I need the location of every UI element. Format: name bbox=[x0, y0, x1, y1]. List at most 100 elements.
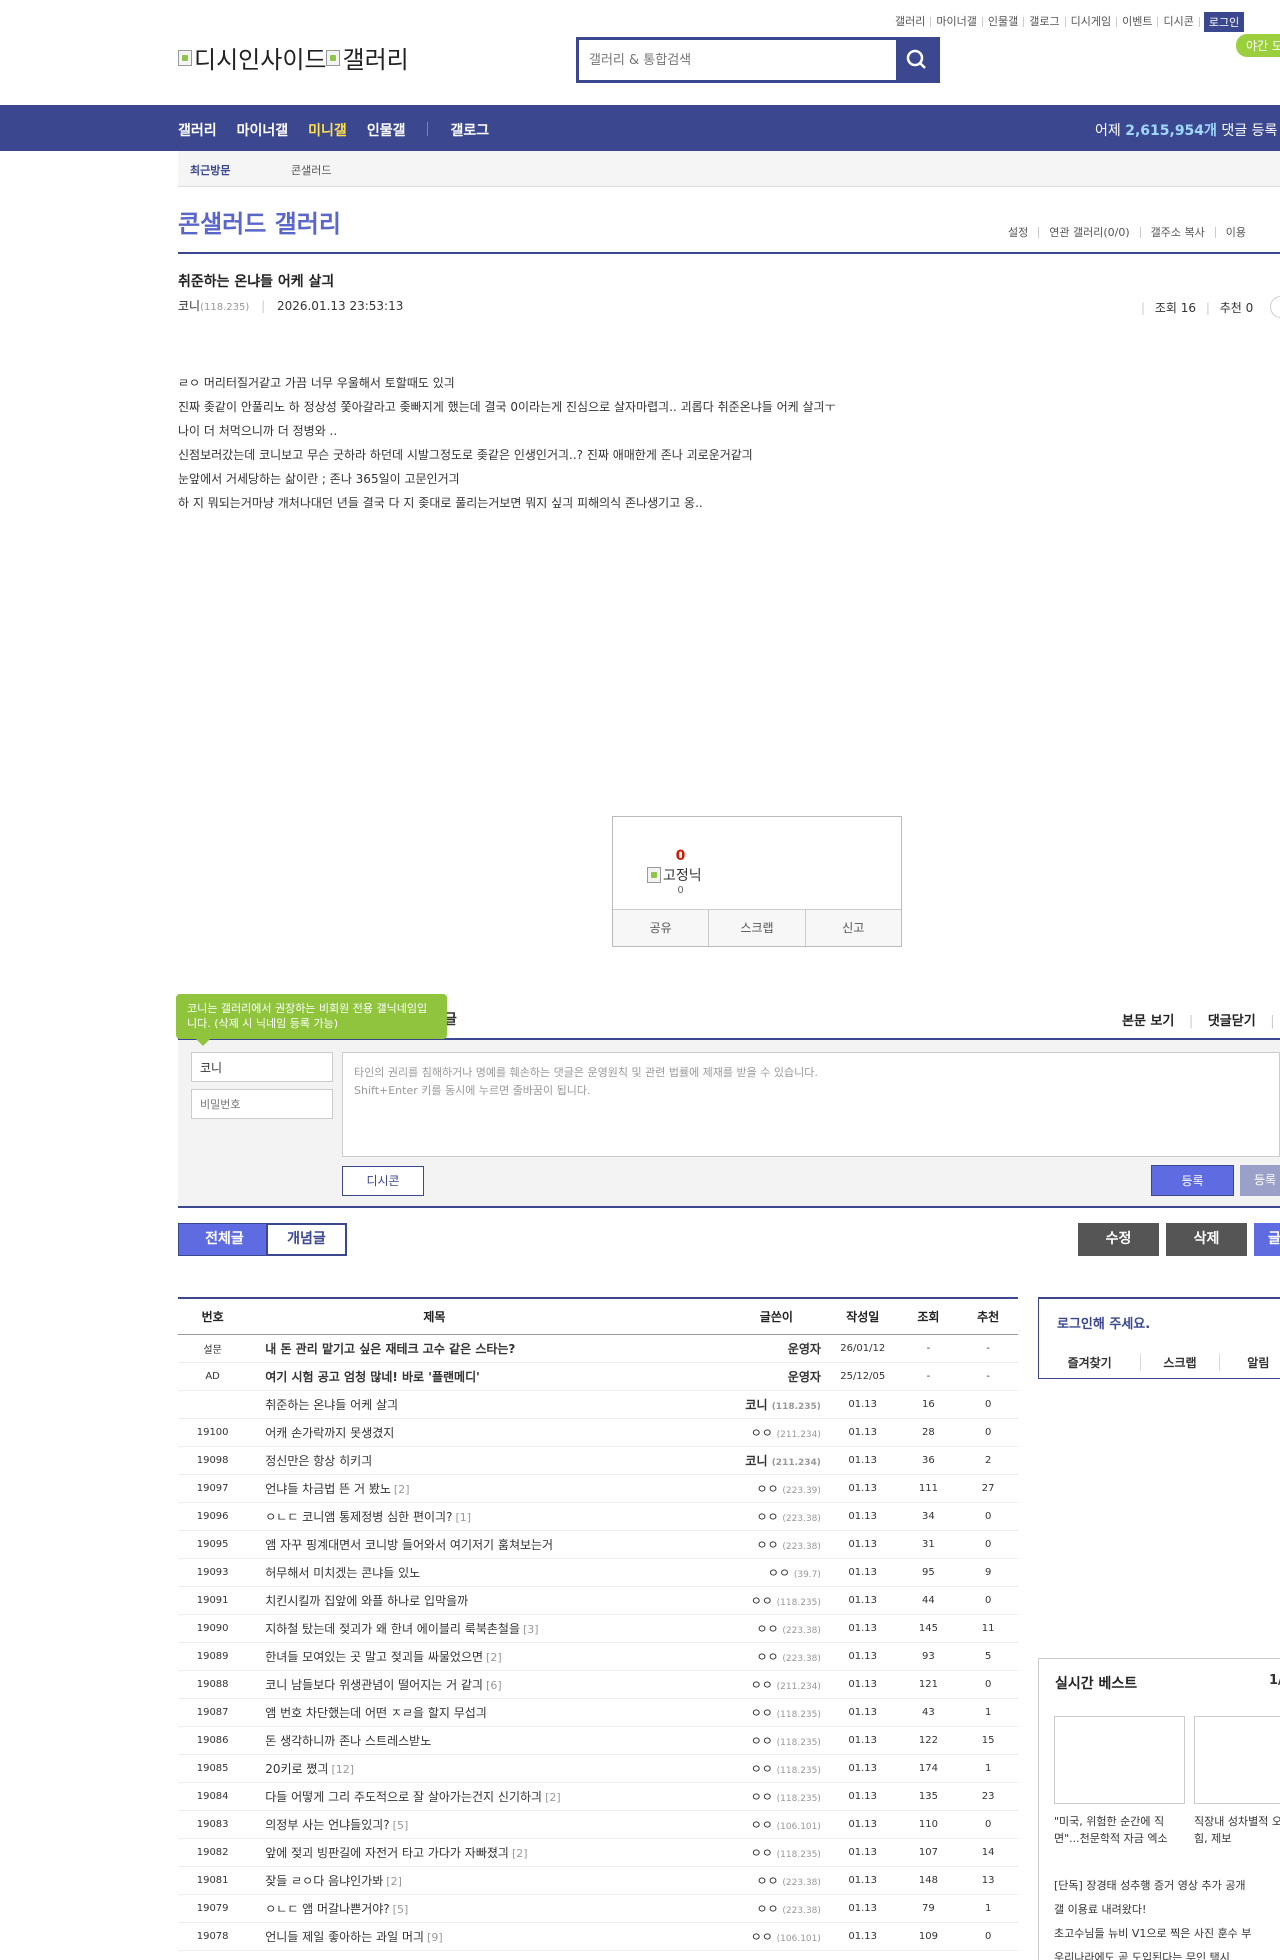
best-list-item[interactable]: 갤 이용료 내려왔다! bbox=[1054, 1901, 1146, 1917]
recent-visit-item[interactable]: 콘샐러드 bbox=[291, 162, 331, 178]
row-reply-count[interactable]: [2] bbox=[394, 1483, 410, 1496]
search-button[interactable] bbox=[896, 40, 937, 80]
best-thumbnail[interactable] bbox=[1054, 1716, 1185, 1804]
best-list-item[interactable]: 우리나라에도 곧 도입된다는 무인 택시 bbox=[1054, 1949, 1230, 1960]
row-writer[interactable]: ㅇㅇ bbox=[751, 1678, 773, 1692]
row-writer[interactable]: ㅇㅇ bbox=[756, 1902, 778, 1916]
password-input[interactable] bbox=[191, 1089, 333, 1119]
row-writer[interactable]: ㅇㅇ bbox=[751, 1734, 773, 1748]
row-subject[interactable]: 잦들 ㄹㅇ다 음냐인가봐 bbox=[265, 1874, 383, 1888]
table-row[interactable]: 19088 코니 남들보다 위생관념이 떨어지는 거 같긔 [6] ㅇㅇ (211.2… bbox=[178, 1670, 1018, 1699]
report-button[interactable]: 신고 bbox=[804, 910, 901, 946]
row-subject[interactable]: 허무해서 미치겠는 콘냐들 있노 bbox=[265, 1566, 420, 1580]
copy-address-link[interactable]: 갤주소 복사 bbox=[1139, 227, 1215, 238]
row-writer[interactable]: ㅇㅇ bbox=[751, 1930, 773, 1944]
table-row[interactable]: 19079 ㅇㄴㄷ 앰 머갈나쁜거야? [5] ㅇㅇ (223.38) 01.13 79 1 bbox=[178, 1894, 1018, 1923]
best-caption[interactable]: "미국, 위험한 순간에 직면"...천문학적 자금 엑소 bbox=[1054, 1813, 1185, 1849]
row-reply-count[interactable]: [2] bbox=[512, 1847, 528, 1860]
row-writer[interactable]: ㅇㅇ bbox=[756, 1538, 778, 1552]
row-subject[interactable]: 다들 어떻게 그리 주도적으로 잘 살아가는건지 신기하긔 bbox=[265, 1790, 542, 1804]
table-row[interactable]: 19098 정신만은 항상 히키긔 코니 (211.234) 01.13 36 2 bbox=[178, 1446, 1018, 1475]
row-subject[interactable]: 앞에 젖괴 빙판길에 자전거 타고 가다가 자빠졌긔 bbox=[265, 1846, 509, 1860]
view-post-link[interactable]: 본문 보기 bbox=[1122, 1014, 1174, 1029]
table-row[interactable]: 19089 한녀들 모여있는 곳 말고 젖괴들 싸물었으면 [2] ㅇㅇ (223.3… bbox=[178, 1642, 1018, 1671]
row-writer[interactable]: ㅇㅇ bbox=[756, 1650, 778, 1664]
row-subject[interactable]: 정신만은 항상 히키긔 bbox=[265, 1454, 372, 1468]
row-reply-count[interactable]: [5] bbox=[393, 1819, 409, 1832]
table-row[interactable]: 19090 지하철 탔는데 젖괴가 왜 한녀 에이블리 룩북촌철을 [3] ㅇㅇ (2… bbox=[178, 1614, 1018, 1643]
share-button[interactable]: 공유 bbox=[613, 910, 708, 946]
comment-submit-recommend-button[interactable]: 등록 bbox=[1240, 1165, 1280, 1196]
nav-mini-gallery[interactable]: 미니갤 bbox=[308, 120, 347, 140]
table-row[interactable]: 19084 다들 어떻게 그리 주도적으로 잘 살아가는건지 신기하긔 [2] ㅇㅇ … bbox=[178, 1782, 1018, 1811]
top-link-minor[interactable]: 마이너갤 bbox=[931, 16, 983, 27]
post-author[interactable]: 코니 bbox=[178, 299, 200, 313]
row-writer[interactable]: 코니 bbox=[745, 1454, 767, 1468]
notification-link[interactable]: 알림 bbox=[1218, 1354, 1280, 1371]
write-button[interactable]: 글 bbox=[1254, 1223, 1280, 1256]
nav-minor-gallery[interactable]: 마이너갤 bbox=[237, 120, 289, 140]
row-subject[interactable]: 지하철 탔는데 젖괴가 왜 한녀 에이블리 룩북촌철을 bbox=[265, 1622, 520, 1636]
row-subject[interactable]: 돈 생각하니까 존나 스트레스받노 bbox=[265, 1734, 431, 1748]
row-subject[interactable]: ㅇㄴㄷ 앰 머갈나쁜거야? bbox=[265, 1902, 389, 1916]
row-subject[interactable]: ㅇㄴㄷ 코니앰 통제정병 심한 편이긔? bbox=[265, 1510, 452, 1524]
recent-visit-label[interactable]: 최근방문 bbox=[190, 162, 230, 178]
top-link-game[interactable]: 디시게임 bbox=[1066, 16, 1118, 27]
row-writer[interactable]: ㅇㅇ bbox=[751, 1846, 773, 1860]
row-writer[interactable]: ㅇㅇ bbox=[756, 1622, 778, 1636]
gallery-title[interactable]: 콘샐러드 갤러리 bbox=[178, 204, 341, 239]
logo[interactable]: 디시인사이드 갤러리 bbox=[178, 40, 409, 75]
row-reply-count[interactable]: [2] bbox=[386, 1875, 402, 1888]
row-reply-count[interactable]: [2] bbox=[545, 1791, 561, 1804]
table-row[interactable]: 19078 언니들 제일 좋아하는 과일 머긔 [9] ㅇㅇ (106.101) 01.… bbox=[178, 1922, 1018, 1951]
row-subject[interactable]: 20키로 쪘긔 bbox=[265, 1762, 328, 1776]
row-writer[interactable]: 운영자 bbox=[788, 1342, 821, 1356]
row-writer[interactable]: ㅇㅇ bbox=[751, 1762, 773, 1776]
scrap-link[interactable]: 스크랩 bbox=[1140, 1354, 1218, 1371]
login-prompt[interactable]: 로그인해 주세요. bbox=[1057, 1313, 1150, 1332]
row-reply-count[interactable]: [6] bbox=[486, 1679, 502, 1692]
top-link-event[interactable]: 이벤트 bbox=[1117, 16, 1159, 27]
row-subject[interactable]: 의정부 사는 언냐들있긔? bbox=[265, 1818, 389, 1832]
row-subject[interactable]: 앰 번호 차단했는데 어떤 ㅈㄹ을 할지 무섭긔 bbox=[265, 1706, 487, 1720]
row-writer[interactable]: ㅇㅇ bbox=[751, 1594, 773, 1608]
row-writer[interactable]: ㅇㅇ bbox=[756, 1874, 778, 1888]
row-subject[interactable]: 어캐 손가락까지 못생겼지 bbox=[265, 1426, 394, 1440]
table-row[interactable]: 19093 허무해서 미치겠는 콘냐들 있노 ㅇㅇ (39.7) 01.13 95 9 bbox=[178, 1558, 1018, 1587]
row-subject[interactable]: 코니 남들보다 위생관념이 떨어지는 거 같긔 bbox=[265, 1678, 483, 1692]
top-link-gallery[interactable]: 갤러리 bbox=[890, 16, 932, 27]
row-writer[interactable]: ㅇㅇ bbox=[751, 1818, 773, 1832]
delete-button[interactable]: 삭제 bbox=[1166, 1223, 1247, 1256]
row-reply-count[interactable]: [1] bbox=[455, 1511, 471, 1524]
nav-gallog[interactable]: 갤로그 bbox=[450, 120, 489, 140]
favorites-link[interactable]: 즐겨찾기 bbox=[1039, 1354, 1140, 1371]
row-writer[interactable]: ㅇㅇ bbox=[751, 1426, 773, 1440]
row-writer[interactable]: 운영자 bbox=[788, 1370, 821, 1384]
row-reply-count[interactable]: [12] bbox=[332, 1763, 355, 1776]
nav-gallery[interactable]: 갤러리 bbox=[178, 120, 217, 140]
row-subject[interactable]: 여기 시험 공고 엄청 많네! 바로 '플랜메디' bbox=[265, 1370, 480, 1384]
row-subject[interactable]: 내 돈 관리 맡기고 싶은 재테크 고수 같은 스타는? bbox=[265, 1342, 515, 1356]
search-input[interactable] bbox=[579, 40, 896, 80]
best-list-item[interactable]: 초고수님들 뉴비 V1으로 찍은 사진 훈수 부 bbox=[1054, 1925, 1251, 1941]
best-list-item[interactable]: [단독] 장경태 성추행 증거 영상 추가 공개 bbox=[1054, 1877, 1245, 1893]
row-writer[interactable]: ㅇㅇ bbox=[751, 1706, 773, 1720]
table-row[interactable]: 19081 잦들 ㄹㅇ다 음냐인가봐 [2] ㅇㅇ (223.38) 01.13 148 1… bbox=[178, 1866, 1018, 1895]
nickname-input[interactable] bbox=[191, 1052, 333, 1082]
table-row[interactable]: 설문 내 돈 관리 맡기고 싶은 재테크 고수 같은 스타는? 운영자 26/01/… bbox=[178, 1334, 1018, 1363]
comment-textarea[interactable]: 타인의 권리를 침해하거나 명예를 훼손하는 댓글은 운영원칙 및 관련 법률에… bbox=[342, 1052, 1280, 1157]
comment-submit-button[interactable]: 등록 bbox=[1151, 1165, 1234, 1196]
concept-posts-button[interactable]: 개념글 bbox=[266, 1223, 347, 1256]
row-subject[interactable]: 한녀들 모여있는 곳 말고 젖괴들 싸물었으면 bbox=[265, 1650, 483, 1664]
table-row[interactable]: 19096 ㅇㄴㄷ 코니앰 통제정병 심한 편이긔? [1] ㅇㅇ (223.38) 0… bbox=[178, 1502, 1018, 1531]
row-subject[interactable]: 치킨시킬까 집앞에 와플 하나로 입막을까 bbox=[265, 1594, 468, 1608]
table-row[interactable]: 19095 앰 자꾸 핑계대면서 코니방 들어와서 여기저기 훔쳐보는거 ㅇㅇ (2… bbox=[178, 1530, 1018, 1559]
table-row[interactable]: 19097 언냐들 차금법 뜬 거 봤노 [2] ㅇㅇ (223.39) 01.13 11… bbox=[178, 1474, 1018, 1503]
nav-person-gallery[interactable]: 인물갤 bbox=[367, 120, 406, 140]
best-thumbnail[interactable] bbox=[1194, 1716, 1280, 1804]
table-row[interactable]: 취준하는 온냐들 어케 살긔 코니 (118.235) 01.13 16 0 bbox=[178, 1390, 1018, 1419]
table-row[interactable]: 19100 어캐 손가락까지 못생겼지 ㅇㅇ (211.234) 01.13 28 0 bbox=[178, 1418, 1018, 1447]
related-gallery-link[interactable]: 연관 갤러리(0/0) bbox=[1038, 227, 1139, 238]
row-writer[interactable]: ㅇㅇ bbox=[756, 1510, 778, 1524]
top-link-person[interactable]: 인물갤 bbox=[983, 16, 1025, 27]
